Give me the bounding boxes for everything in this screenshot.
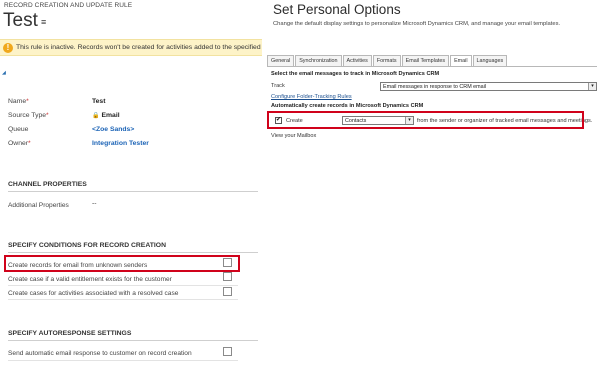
row-divider	[8, 285, 238, 286]
form-header: RECORD CREATION AND UPDATE RULE	[4, 2, 133, 9]
source-type-value: 🔒 Email	[92, 112, 120, 119]
resolved-case-label: Create cases for activities associated w…	[8, 290, 179, 297]
tab-email-templates[interactable]: Email Templates	[401, 55, 450, 66]
row-divider	[8, 270, 238, 271]
track-dropdown[interactable]: Email messages in response to CRM email …	[380, 82, 597, 91]
required-marker: *	[28, 140, 31, 147]
valid-entitlement-checkbox[interactable]	[223, 272, 232, 281]
inactive-rule-banner: ! This rule is inactive. Records won't b…	[0, 39, 262, 56]
view-mailbox-link[interactable]: View your Mailbox	[271, 133, 316, 139]
owner-label: Owner*	[8, 140, 31, 147]
warning-icon: !	[3, 43, 13, 53]
queue-label: Queue	[8, 126, 29, 133]
collapse-caret-icon[interactable]: ◢	[2, 70, 6, 76]
chevron-down-icon: ▾	[588, 83, 596, 90]
row-divider	[8, 360, 238, 361]
create-dropdown-value: Contacts	[345, 118, 367, 124]
tab-general[interactable]: General	[267, 55, 295, 66]
unknown-senders-label: Create records for email from unknown se…	[8, 262, 148, 269]
create-record-type-dropdown[interactable]: Contacts ▾	[342, 116, 414, 125]
chevron-down-icon: ▾	[405, 117, 413, 124]
tab-formats[interactable]: Formats	[372, 55, 401, 66]
tab-languages[interactable]: Languages	[472, 55, 508, 66]
banner-message: This rule is inactive. Records won't be …	[16, 44, 261, 51]
row-divider	[8, 299, 238, 300]
section-divider	[8, 340, 258, 341]
owner-link[interactable]: Integration Tester	[92, 140, 149, 147]
tab-synchronization[interactable]: Synchronization	[295, 55, 342, 66]
record-title: Test	[3, 10, 38, 31]
resolved-case-checkbox[interactable]	[223, 287, 232, 296]
required-marker: *	[26, 98, 29, 105]
options-tabs: General Synchronization Activities Forma…	[267, 55, 508, 66]
valid-entitlement-label: Create case if a valid entitlement exist…	[8, 276, 172, 283]
dialog-subtitle: Change the default display settings to p…	[273, 21, 561, 27]
auto-email-response-checkbox[interactable]	[223, 347, 232, 356]
create-suffix-text: from the sender or organizer of tracked …	[417, 118, 593, 124]
lock-icon: 🔒	[92, 113, 100, 119]
tab-activities[interactable]: Activities	[342, 55, 372, 66]
channel-properties-heading: CHANNEL PROPERTIES	[8, 181, 87, 188]
source-type-label: Source Type*	[8, 112, 49, 119]
additional-properties-value[interactable]: --	[92, 200, 97, 207]
tab-panel-border	[267, 66, 597, 67]
section-divider	[8, 191, 258, 192]
tab-email[interactable]: Email	[450, 55, 472, 66]
folder-tracking-rules-link[interactable]: Configure Folder-Tracking Rules	[271, 94, 352, 100]
name-label: Name*	[8, 98, 29, 105]
required-marker: *	[46, 112, 49, 119]
track-dropdown-value: Email messages in response to CRM email	[383, 84, 487, 90]
section-divider	[8, 252, 258, 253]
create-checkbox[interactable]: ✔	[275, 117, 282, 124]
title-menu-icon[interactable]: ≡	[41, 17, 46, 27]
track-heading: Select the email messages to track in Mi…	[271, 71, 440, 77]
queue-link[interactable]: <Zoe Sands>	[92, 126, 134, 133]
autoresponse-heading: SPECIFY AUTORESPONSE SETTINGS	[8, 330, 132, 337]
record-creation-rule-form: RECORD CREATION AND UPDATE RULE Test ≡ !…	[0, 0, 262, 372]
auto-email-response-label: Send automatic email response to custome…	[8, 350, 192, 357]
create-label: Create	[286, 118, 303, 124]
personal-options-dialog: Set Personal Options Change the default …	[262, 0, 600, 155]
conditions-heading: SPECIFY CONDITIONS FOR RECORD CREATION	[8, 242, 166, 249]
track-label: Track	[271, 83, 285, 89]
name-value[interactable]: Test	[92, 98, 105, 105]
auto-create-heading: Automatically create records in Microsof…	[271, 103, 424, 109]
dialog-title: Set Personal Options	[273, 2, 401, 17]
unknown-senders-checkbox[interactable]	[223, 258, 232, 267]
additional-properties-label: Additional Properties	[8, 202, 69, 209]
